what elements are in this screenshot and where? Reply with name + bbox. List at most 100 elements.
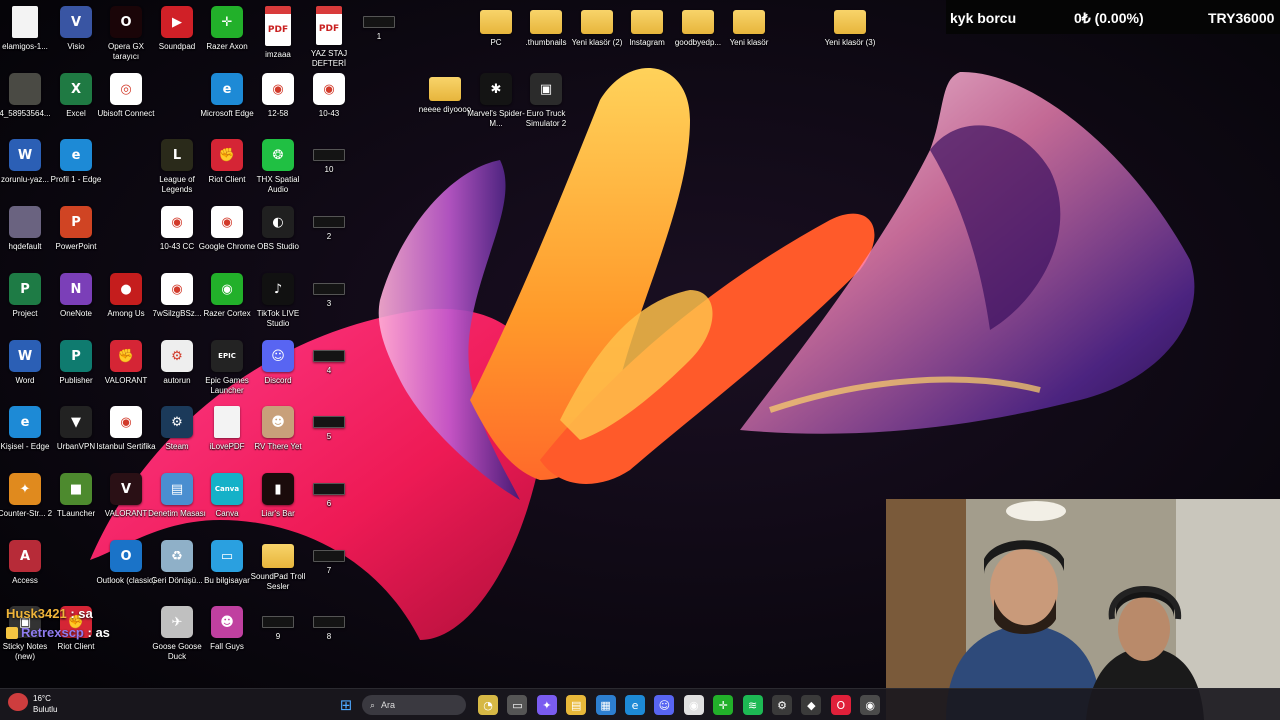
thumbnail-icon — [313, 550, 345, 562]
chrome-icon[interactable]: ◉ — [860, 695, 881, 715]
steam-icon: ⚙ — [161, 406, 193, 438]
weather-temperature: 16°C — [33, 694, 51, 703]
desktop-icon[interactable]: ◉ 10-43 — [299, 69, 359, 135]
copilot-icon[interactable]: ✦ — [536, 695, 557, 715]
steam-icon[interactable]: ⚙ — [772, 695, 792, 715]
desktop-icon[interactable]: P PowerPoint — [46, 202, 106, 268]
weather-icon — [8, 693, 28, 711]
desktop-icon[interactable]: e Profil 1 - Edge — [46, 135, 106, 201]
tiktok-icon: ♪ — [262, 273, 294, 305]
settings-file-icon: ⚙ — [161, 340, 193, 372]
desktop-icon[interactable]: Yeni klasör (3) — [820, 2, 880, 68]
thumbnail-icon — [313, 149, 345, 161]
thumbnail-icon — [313, 283, 345, 295]
weather-widget[interactable]: 16°C Bulutlu — [8, 693, 57, 715]
desktop-icon-label: Euro Truck Simulator 2 — [525, 109, 567, 128]
desktop-icon-label: 3 — [326, 299, 332, 308]
desktop-icon[interactable]: 10 — [299, 135, 359, 201]
canva-icon: Canva — [211, 473, 243, 505]
desktop: elamigos-1... V Visio O Opera GX tarayıcı ▶ So… — [0, 0, 1280, 720]
chrome-icon: ◉ — [313, 73, 345, 105]
folder-icon — [429, 77, 461, 101]
pdf-file-icon — [214, 406, 240, 438]
desktop-icon[interactable]: 5 — [299, 402, 359, 468]
desktop-icon[interactable]: A Access — [0, 536, 55, 602]
desktop-icon[interactable]: ◎ Ubisoft Connect — [96, 69, 156, 135]
desktop-icon[interactable]: 1 — [349, 2, 409, 68]
folder-icon — [631, 10, 663, 34]
desktop-icon[interactable]: 2 — [299, 202, 359, 268]
valorant-icon: V — [110, 473, 142, 505]
word-icon: W — [9, 340, 41, 372]
epic-games-icon: EPIC — [211, 340, 243, 372]
chat-message: Retrexscp : as — [6, 623, 186, 642]
pdf-icon: PDF — [265, 6, 291, 46]
chat-text: sa — [78, 606, 93, 621]
taskbar: 16°C Bulutlu ⊞ ⌕ Ara ◔ ▭ ✦ ▤ ▦ e ☺ ◉ ✛ ≋ ⚙ ◆ O ◉ — [0, 688, 1280, 720]
desktop-icon-label: 5 — [326, 432, 332, 441]
desktop-icon[interactable]: 8 — [299, 602, 359, 668]
word-icon: W — [9, 139, 41, 171]
access-icon: A — [9, 540, 41, 572]
among-us-icon: ● — [110, 273, 142, 305]
webcam-feed — [886, 499, 1280, 720]
edge-icon[interactable]: e — [625, 695, 645, 715]
folder-icon — [682, 10, 714, 34]
opera-gx-icon[interactable]: O — [830, 695, 851, 715]
desktop-icon-label: 10-43 — [318, 109, 340, 118]
razer-axon-icon: ✛ — [211, 6, 243, 38]
folder-icon — [834, 10, 866, 34]
ticker-value: TRY36000 — [1208, 10, 1275, 26]
image-file-icon — [9, 73, 41, 105]
folder-icon — [530, 10, 562, 34]
desktop-icon-label: 7 — [326, 566, 332, 575]
powerpoint-icon: P — [60, 206, 92, 238]
opera-gx-icon: O — [110, 6, 142, 38]
tlauncher-icon: ■ — [60, 473, 92, 505]
desktop-icon[interactable]: ▣ Euro Truck Simulator 2 — [516, 69, 576, 135]
discord-icon: ☺ — [262, 340, 294, 372]
desktop-icon[interactable]: 3 — [299, 269, 359, 335]
desktop-icon-label: Yeni klasör — [729, 38, 769, 47]
publisher-icon: P — [60, 340, 92, 372]
microsoft-store-icon[interactable]: ▦ — [595, 695, 616, 715]
razer-icon[interactable]: ✛ — [713, 695, 734, 715]
search-placeholder: Ara — [381, 700, 396, 710]
file-icon — [12, 6, 38, 38]
discord-icon[interactable]: ☺ — [654, 695, 675, 715]
desktop-icon[interactable]: 6 — [299, 469, 359, 535]
soundpad-icon: ▶ — [161, 6, 193, 38]
start-button[interactable]: ⊞ — [336, 695, 356, 715]
chrome-icon[interactable]: ◉ — [683, 695, 704, 715]
thumbnail-icon — [313, 216, 345, 228]
fall-guys-icon: ☻ — [211, 606, 243, 638]
counter-strike-icon: ✦ — [9, 473, 41, 505]
thumbnail-icon — [262, 616, 294, 628]
taskbar-search[interactable]: ⌕ Ara — [362, 695, 466, 715]
desktop-icon[interactable]: 4 — [299, 336, 359, 402]
chrome-icon: ◉ — [110, 406, 142, 438]
desktop-icon-label: Profil 1 - Edge — [50, 175, 102, 184]
league-icon: L — [161, 139, 193, 171]
chat-username: Retrexscp — [21, 625, 84, 640]
spotify-icon[interactable]: ≋ — [742, 695, 763, 715]
onenote-icon: N — [60, 273, 92, 305]
widgets-icon[interactable]: ◔ — [478, 695, 498, 715]
desktop-icon[interactable]: Yeni klasör — [719, 2, 779, 68]
urbanvpn-icon: ▼ — [60, 406, 92, 438]
desktop-icon[interactable]: 7 — [299, 536, 359, 602]
edge-icon: e — [9, 406, 41, 438]
stream-chat: Husk3421 : sa Retrexscp : as — [6, 604, 186, 642]
file-explorer-icon[interactable]: ▤ — [566, 695, 587, 715]
razer-cortex-icon: ◉ — [211, 273, 243, 305]
desktop-icon-label: 4 — [326, 366, 332, 375]
thumbnail-icon — [313, 483, 345, 495]
chat-username: Husk3421 — [6, 606, 67, 621]
image-file-icon — [9, 206, 41, 238]
chrome-icon: ◉ — [161, 273, 193, 305]
task-view-icon[interactable]: ▭ — [507, 695, 528, 715]
desktop-icon-label: 1 — [376, 32, 382, 41]
desktop-icon-label: 8 — [326, 632, 332, 641]
soundpad-icon[interactable]: ◆ — [801, 695, 822, 715]
folder-icon — [480, 10, 512, 34]
